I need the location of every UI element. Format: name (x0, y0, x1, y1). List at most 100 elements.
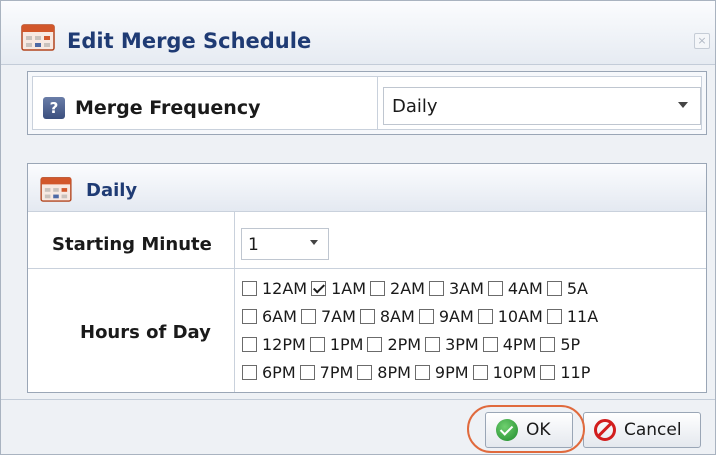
hour-option[interactable]: 1AM (311, 276, 366, 301)
hour-checkbox[interactable] (472, 365, 488, 380)
hour-checkbox[interactable] (299, 365, 315, 380)
hour-label: 6PM (262, 363, 296, 382)
hours-of-day-label: Hours of Day (80, 322, 211, 343)
hour-label: 9PM (434, 363, 469, 382)
hour-option[interactable]: 9AM (418, 304, 474, 329)
hour-checkbox[interactable] (242, 281, 257, 296)
hour-checkbox[interactable] (242, 365, 257, 380)
hour-option[interactable]: 5A (546, 276, 588, 301)
hours-of-day-checkboxes: 12AM 1AM 2AM 3AM 4AM 5A 6AM 7AM 8AM 9AM 10AM 11A 12P… (242, 276, 704, 388)
hour-option[interactable]: 4PM (482, 332, 536, 357)
hour-option[interactable]: 7PM (299, 360, 353, 385)
hour-option[interactable]: 4AM (487, 276, 543, 301)
chevron-down-icon[interactable] (678, 102, 688, 108)
hour-option[interactable]: 8AM (359, 304, 415, 329)
hours-row: 6AM 7AM 8AM 9AM 10AM 11A (242, 304, 704, 329)
starting-minute-select[interactable]: 1 (241, 228, 329, 260)
hour-checkbox[interactable] (540, 337, 556, 352)
hour-checkbox[interactable] (487, 281, 503, 296)
hour-option[interactable]: 10PM (472, 360, 537, 385)
hours-row: 6PM 7PM 8PM 9PM 10PM 11P (242, 360, 704, 385)
hour-label: 10PM (492, 363, 537, 382)
hour-option[interactable]: 6AM (242, 304, 297, 329)
hour-checkbox[interactable] (546, 309, 562, 324)
hour-label: 2AM (390, 279, 425, 298)
hour-label: 8AM (379, 307, 415, 326)
dialog-titlebar: Edit Merge Schedule × (1, 1, 715, 65)
ok-highlight-annotation (467, 405, 585, 453)
chevron-down-icon[interactable] (310, 240, 318, 245)
hour-checkbox[interactable] (242, 337, 257, 352)
merge-frequency-row: ? Merge Frequency Daily (32, 76, 702, 130)
hour-option[interactable]: 7AM (300, 304, 356, 329)
hour-option[interactable]: 11A (546, 304, 598, 329)
hour-label: 12PM (262, 335, 306, 354)
hour-option[interactable]: 12AM (242, 276, 307, 301)
merge-frequency-panel: ? Merge Frequency Daily (27, 71, 707, 135)
hour-label: 8PM (377, 363, 411, 382)
hour-checkbox[interactable] (357, 365, 373, 380)
cancel-button-label: Cancel (624, 420, 682, 440)
hour-checkbox[interactable] (370, 281, 386, 296)
hour-checkbox[interactable] (477, 309, 493, 324)
daily-panel: Daily Starting Minute 1 Hours of Day 12A… (27, 163, 707, 393)
row-divider (28, 268, 706, 269)
hour-label: 5P (560, 335, 581, 354)
hour-option[interactable]: 6PM (242, 360, 296, 385)
hour-checkbox[interactable] (418, 309, 434, 324)
hour-option[interactable]: 9PM (414, 360, 469, 385)
hour-checkbox[interactable] (300, 309, 316, 324)
hour-label: 6AM (262, 307, 297, 326)
hour-label: 10AM (497, 307, 543, 326)
help-icon[interactable]: ? (43, 97, 65, 119)
dialog-footer: OK Cancel (1, 399, 715, 454)
hour-label: 1AM (331, 279, 367, 298)
hour-label: 3PM (445, 335, 479, 354)
hour-label: 3AM (448, 279, 484, 298)
hours-row: 12PM 1PM 2PM 3PM 4PM 5P (242, 332, 704, 357)
hour-option[interactable]: 3PM (425, 332, 479, 357)
hour-option[interactable]: 5P (540, 332, 580, 357)
hour-label: 5A (566, 279, 588, 298)
hour-option[interactable]: 10AM (477, 304, 543, 329)
close-icon[interactable]: × (694, 33, 710, 49)
hours-row: 12AM 1AM 2AM 3AM 4AM 5A (242, 276, 704, 301)
hour-checkbox[interactable] (428, 281, 444, 296)
hour-label: 7AM (320, 307, 356, 326)
row-divider (377, 77, 378, 129)
cancel-button[interactable]: Cancel (583, 412, 701, 448)
hour-label: 2PM (387, 335, 422, 354)
calendar-icon (40, 177, 72, 202)
merge-frequency-value: Daily (392, 96, 438, 117)
hour-option[interactable]: 2PM (367, 332, 421, 357)
hour-option[interactable]: 1PM (309, 332, 363, 357)
calendar-icon (21, 24, 55, 51)
merge-frequency-select[interactable]: Daily (383, 87, 701, 125)
hour-checkbox[interactable] (242, 309, 257, 324)
daily-header: Daily (28, 164, 706, 212)
hour-label: 9AM (438, 307, 474, 326)
hour-option[interactable]: 11P (540, 360, 590, 385)
hour-option[interactable]: 12PM (242, 332, 306, 357)
hour-checkbox[interactable] (311, 281, 327, 296)
hour-label: 12AM (262, 279, 308, 298)
starting-minute-label: Starting Minute (52, 234, 212, 255)
hour-checkbox[interactable] (546, 281, 562, 296)
edit-merge-schedule-dialog: Edit Merge Schedule × ? Merge Frequency … (0, 0, 716, 455)
hour-checkbox[interactable] (414, 365, 430, 380)
hour-checkbox[interactable] (482, 337, 498, 352)
daily-title: Daily (86, 180, 138, 201)
hour-option[interactable]: 3AM (428, 276, 484, 301)
starting-minute-value: 1 (248, 235, 259, 255)
column-divider (234, 212, 235, 392)
hour-option[interactable]: 8PM (357, 360, 411, 385)
hour-label: 11P (560, 363, 591, 382)
hour-label: 4AM (507, 279, 543, 298)
hour-checkbox[interactable] (359, 309, 375, 324)
dialog-title: Edit Merge Schedule (67, 29, 312, 53)
hour-option[interactable]: 2AM (370, 276, 425, 301)
hour-checkbox[interactable] (367, 337, 383, 352)
hour-checkbox[interactable] (309, 337, 325, 352)
hour-checkbox[interactable] (540, 365, 556, 380)
hour-checkbox[interactable] (425, 337, 441, 352)
